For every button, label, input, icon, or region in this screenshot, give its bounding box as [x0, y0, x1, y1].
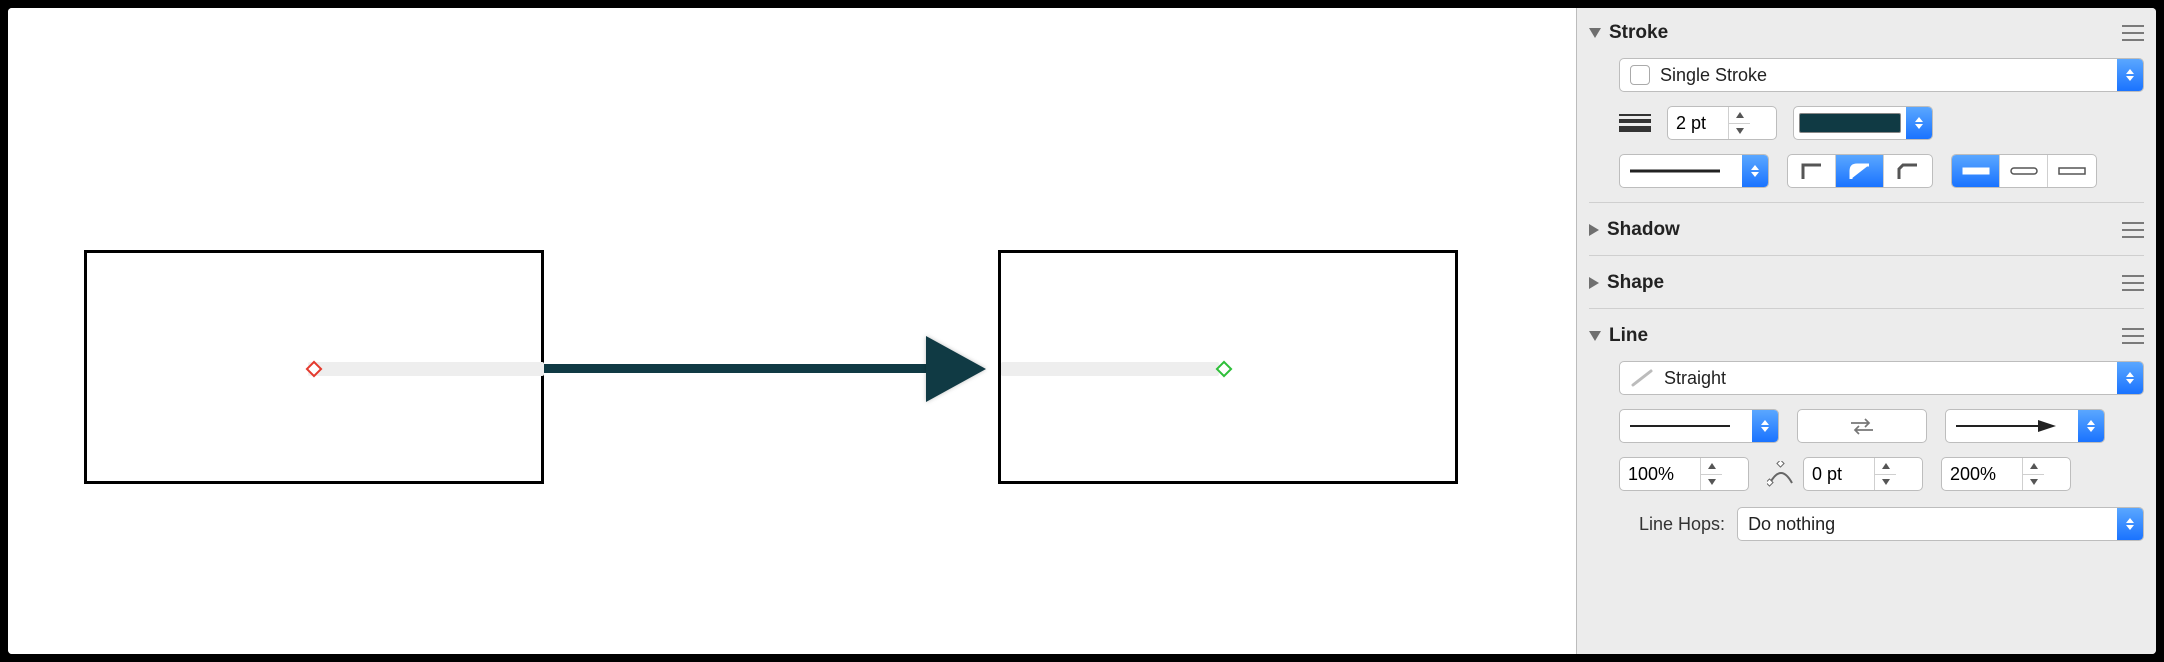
line-end-scale-field[interactable] [1941, 457, 2071, 491]
line-midpoint-offset-field[interactable] [1803, 457, 1923, 491]
disclosure-triangle-icon[interactable] [1589, 331, 1601, 341]
line-style-icon [1630, 368, 1654, 388]
canvas[interactable] [8, 8, 1576, 654]
stroke-weight-icon [1619, 114, 1651, 132]
dropdown-arrows-icon[interactable] [2117, 59, 2143, 91]
dropdown-arrows-icon[interactable] [1752, 410, 1778, 442]
connector-arrowhead[interactable] [926, 336, 986, 402]
section-header-stroke[interactable]: Stroke [1589, 16, 2144, 48]
stroke-enable-checkbox[interactable] [1630, 65, 1650, 85]
section-menu-icon[interactable] [2122, 275, 2144, 291]
line-hops-popup[interactable]: Do nothing [1737, 507, 2144, 541]
section-menu-icon[interactable] [2122, 222, 2144, 238]
stroke-dash-popup[interactable] [1619, 154, 1769, 188]
stroke-weight-field[interactable] [1667, 106, 1777, 140]
line-start-arrow-popup[interactable] [1619, 409, 1779, 443]
dropdown-arrows-icon[interactable] [1742, 155, 1768, 187]
corner-miter-option[interactable] [1788, 155, 1836, 187]
connection-magnet-bar-right [1001, 362, 1219, 376]
corner-bevel-option[interactable] [1884, 155, 1932, 187]
section-menu-icon[interactable] [2122, 328, 2144, 344]
stroke-cap-segmented[interactable] [1951, 154, 2097, 188]
dropdown-arrows-icon[interactable] [2117, 362, 2143, 394]
line-reverse-button[interactable] [1797, 409, 1927, 443]
corner-round-option[interactable] [1836, 155, 1884, 187]
stroke-color-popup[interactable] [1793, 106, 1933, 140]
stroke-type-label: Single Stroke [1660, 65, 1767, 86]
line-end-arrow-popup[interactable] [1945, 409, 2105, 443]
section-title: Stroke [1609, 22, 2114, 44]
section-title: Shape [1607, 272, 2114, 294]
connector-line[interactable] [544, 364, 934, 373]
line-hops-label: Line Hops: [1639, 514, 1725, 535]
dropdown-arrows-icon[interactable] [2078, 410, 2104, 442]
stepper-icon[interactable] [1700, 458, 1722, 490]
section-header-shadow[interactable]: Shadow [1589, 213, 2144, 245]
section-header-line[interactable]: Line [1589, 319, 2144, 351]
section-header-shape[interactable]: Shape [1589, 266, 2144, 298]
stepper-icon[interactable] [1728, 107, 1750, 139]
line-midpoint-offset-input[interactable] [1804, 464, 1874, 485]
dropdown-arrows-icon[interactable] [2117, 508, 2143, 540]
swap-arrows-icon [1798, 410, 1926, 442]
stroke-color-swatch [1799, 113, 1901, 133]
line-end-scale-input[interactable] [1942, 464, 2022, 485]
cap-square-option[interactable] [2048, 155, 2096, 187]
cap-butt-option[interactable] [1952, 155, 2000, 187]
line-hops-value: Do nothing [1748, 514, 1835, 535]
stepper-icon[interactable] [1874, 458, 1896, 490]
inspector-panel: Stroke Single Stroke [1576, 8, 2156, 654]
line-style-label: Straight [1664, 368, 1726, 389]
stroke-type-popup[interactable]: Single Stroke [1619, 58, 2144, 92]
connection-magnet-bar-left [308, 362, 544, 376]
section-title: Line [1609, 325, 2114, 347]
cap-round-option[interactable] [2000, 155, 2048, 187]
disclosure-triangle-icon[interactable] [1589, 224, 1599, 236]
dropdown-arrows-icon[interactable] [1906, 107, 1932, 139]
line-start-scale-field[interactable] [1619, 457, 1749, 491]
line-style-popup[interactable]: Straight [1619, 361, 2144, 395]
section-menu-icon[interactable] [2122, 25, 2144, 41]
bezier-midpoint-icon [1767, 461, 1795, 487]
line-start-scale-input[interactable] [1620, 464, 1700, 485]
stepper-icon[interactable] [2022, 458, 2044, 490]
section-title: Shadow [1607, 219, 2114, 241]
disclosure-triangle-icon[interactable] [1589, 28, 1601, 38]
disclosure-triangle-icon[interactable] [1589, 277, 1599, 289]
stroke-corner-segmented[interactable] [1787, 154, 1933, 188]
stroke-weight-input[interactable] [1668, 113, 1728, 134]
